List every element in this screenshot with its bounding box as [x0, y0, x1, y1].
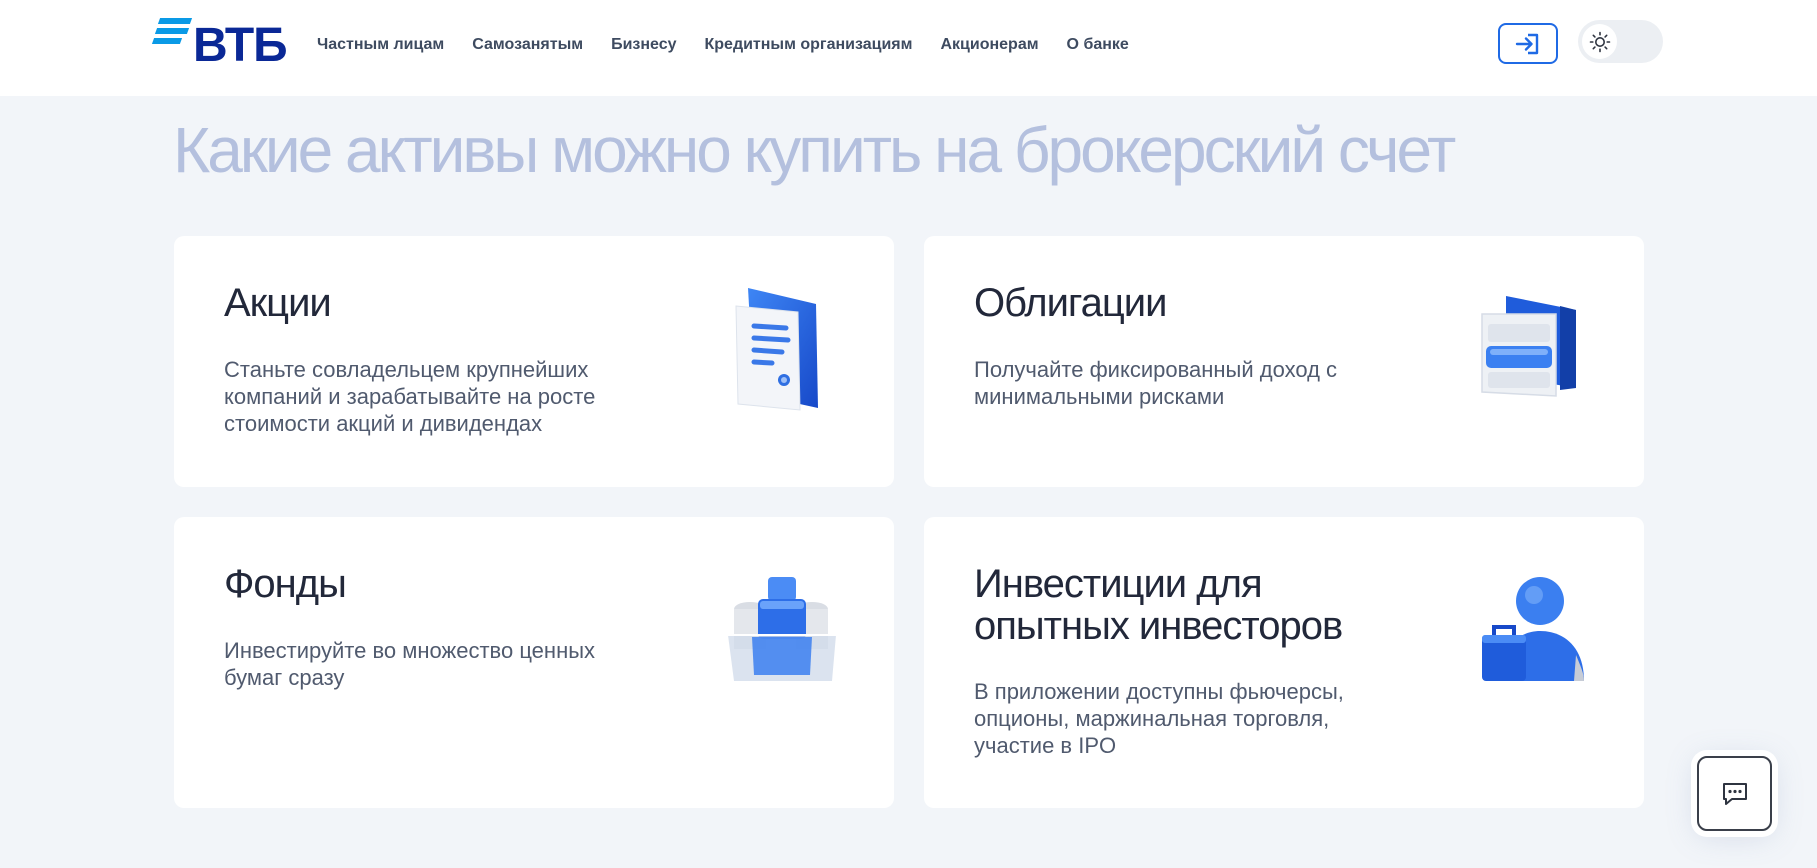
theme-toggle-knob: [1582, 24, 1617, 59]
card-title: Инвестиции для опытных инвесторов: [974, 562, 1343, 648]
vtb-logo[interactable]: ВТБ: [151, 18, 288, 70]
nav-credit-orgs[interactable]: Кредитным организациям: [705, 36, 913, 54]
nav-shareholders[interactable]: Акционерам: [940, 36, 1038, 54]
nav-business[interactable]: Бизнесу: [611, 36, 676, 54]
login-arrow-icon: [1515, 33, 1539, 54]
site-header: ВТБ Частным лицам Самозанятым Бизнесу Кр…: [0, 0, 1817, 96]
nav-about[interactable]: О банке: [1067, 36, 1129, 54]
fund-blocks-icon: [728, 577, 836, 681]
card-description: Инвестируйте во множество ценных бумаг с…: [224, 638, 596, 690]
asset-card-funds[interactable]: Фонды Инвестируйте во множество ценных б…: [174, 517, 894, 808]
card-description: В приложении доступны фьючерсы, опционы,…: [974, 679, 1344, 758]
card-title: Акции: [224, 281, 332, 325]
investor-person-icon: [1482, 577, 1584, 681]
chat-button[interactable]: [1697, 756, 1772, 831]
nav-private[interactable]: Частным лицам: [317, 36, 444, 54]
document-folder-icon: [735, 288, 818, 411]
card-title: Облигации: [974, 281, 1167, 325]
bond-box-icon: [1481, 296, 1576, 397]
card-title: Фонды: [224, 562, 347, 606]
card-description: Станьте совладельцем крупнейших компаний…: [224, 357, 596, 436]
page-title: Какие активы можно купить на брокерский …: [173, 114, 1456, 186]
card-description: Получайте фиксированный доход с минималь…: [974, 357, 1338, 409]
main-nav: Частным лицам Самозанятым Бизнесу Кредит…: [317, 36, 1157, 54]
chat-bubble-icon: [1722, 782, 1747, 805]
nav-self-employed[interactable]: Самозанятым: [472, 36, 583, 54]
login-button[interactable]: [1498, 23, 1558, 64]
asset-card-bonds[interactable]: Облигации Получайте фиксированный доход …: [924, 236, 1644, 487]
logo-stripes-icon: [151, 18, 193, 48]
theme-toggle[interactable]: [1578, 20, 1663, 63]
logo-text: ВТБ: [193, 19, 288, 72]
asset-card-stocks[interactable]: Акции Станьте совладельцем крупнейших ко…: [174, 236, 894, 487]
asset-card-experienced[interactable]: Инвестиции для опытных инвесторов В прил…: [924, 517, 1644, 808]
sun-icon: [1589, 31, 1610, 52]
